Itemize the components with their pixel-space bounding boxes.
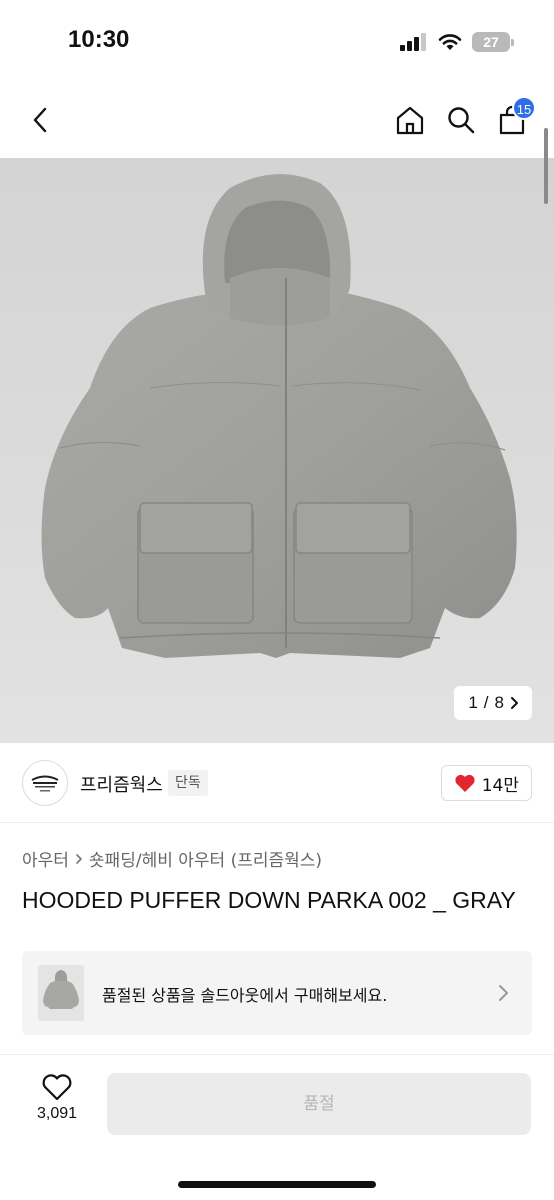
nav-bar: 15	[0, 80, 554, 158]
soldout-thumbnail	[38, 965, 84, 1021]
breadcrumb-item-outer[interactable]: 아우터	[22, 846, 69, 871]
chevron-right-icon	[76, 853, 82, 864]
image-counter-current: 1	[468, 693, 478, 712]
exclusive-tag: 단독	[168, 770, 208, 796]
soldout-promo-banner[interactable]: 품절된 상품을 솔드아웃에서 구매해보세요.	[22, 951, 532, 1035]
search-icon	[448, 107, 475, 134]
status-time: 10:30	[68, 26, 130, 53]
back-chevron-icon	[33, 107, 47, 133]
chevron-right-icon	[499, 985, 508, 1001]
cart-count-badge: 15	[512, 96, 536, 120]
product-like-count: 3,091	[36, 1105, 78, 1122]
search-button[interactable]	[441, 98, 481, 142]
battery-icon: 27	[472, 32, 514, 52]
cart-button[interactable]: 15	[492, 96, 536, 142]
soldout-purchase-button[interactable]: 품절	[107, 1073, 531, 1135]
heart-outline-icon	[42, 1074, 72, 1101]
brand-logo-mark	[31, 775, 59, 792]
home-indicator[interactable]	[178, 1181, 376, 1188]
soldout-banner-text: 품절된 상품을 솔드아웃에서 구매해보세요.	[102, 986, 388, 1005]
cellular-signal-icon	[400, 33, 426, 51]
divider	[0, 1054, 554, 1055]
brand-like-count: 14만	[481, 775, 519, 796]
status-icons: 27	[400, 30, 514, 54]
home-button[interactable]	[390, 98, 430, 142]
home-icon	[396, 106, 424, 135]
thumbnail-photo	[38, 965, 84, 1021]
brand-logo[interactable]	[22, 760, 68, 806]
product-like-button[interactable]: 3,091	[22, 1073, 92, 1135]
back-button[interactable]	[20, 100, 60, 140]
wifi-icon	[438, 34, 462, 50]
breadcrumb: 아우터 숏패딩/헤비 아우터 (프리즘웍스)	[22, 846, 322, 871]
scrollbar[interactable]	[544, 128, 548, 204]
image-counter[interactable]: 1 / 8	[454, 686, 532, 720]
chevron-right-icon	[511, 697, 518, 709]
product-image-gallery[interactable]: 1 / 8	[0, 158, 554, 743]
brand-name[interactable]: 프리즘웍스	[80, 771, 163, 797]
breadcrumb-item-category[interactable]: 숏패딩/헤비 아우터 (프리즘웍스)	[89, 846, 322, 871]
brand-row: 프리즘웍스 단독 14만	[0, 743, 554, 823]
product-photo	[41, 174, 517, 658]
image-counter-separator: /	[483, 693, 489, 712]
status-bar: 10:30 27	[0, 0, 554, 80]
battery-level: 27	[483, 34, 499, 50]
product-title: HOODED PUFFER DOWN PARKA 002 _ GRAY	[22, 887, 516, 913]
brand-like-button[interactable]: 14만	[440, 765, 532, 801]
image-counter-total: 8	[494, 693, 504, 712]
heart-filled-icon	[455, 774, 475, 792]
